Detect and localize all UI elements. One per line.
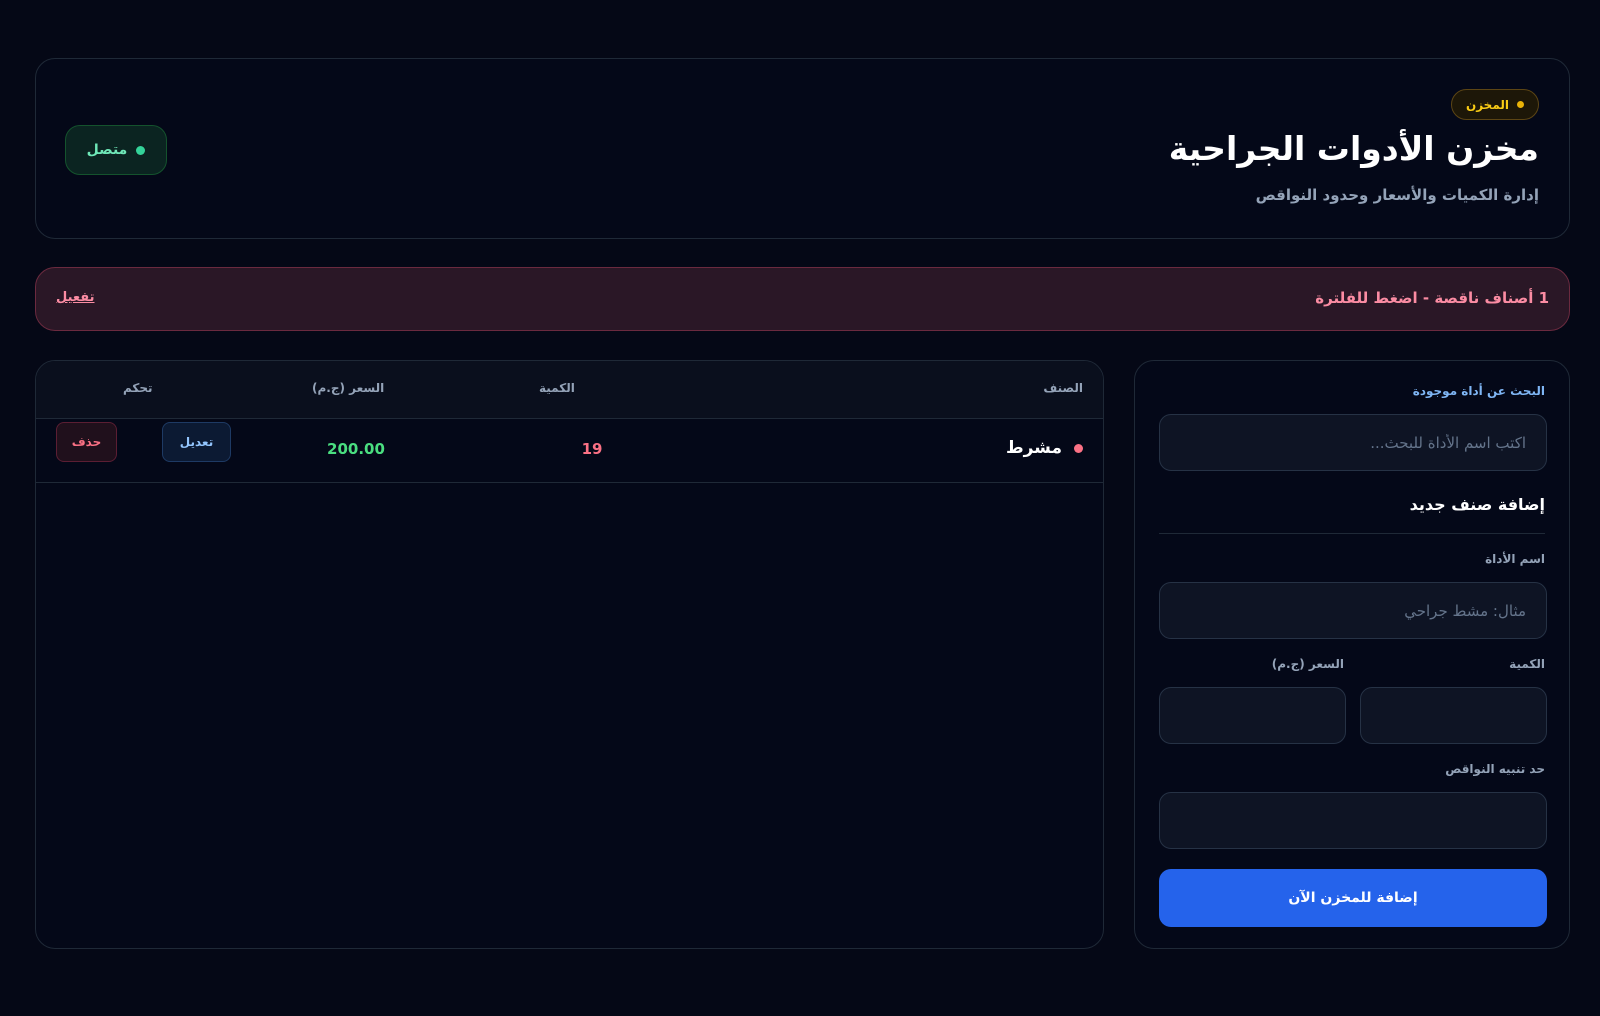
page-subtitle: إدارة الكميات والأسعار وحدود النواقص — [1255, 186, 1539, 204]
item-name: مشرط — [1005, 438, 1062, 458]
low-stock-alert[interactable]: 1 أصناف ناقصة - اضغط للفلترة تفعيل — [35, 267, 1570, 331]
tool-name-label: اسم الأداة — [1485, 552, 1545, 566]
edit-button[interactable]: تعديل — [162, 422, 231, 462]
low-stock-dot-icon — [1074, 443, 1083, 453]
search-label: البحث عن أداة موجودة — [1412, 384, 1545, 398]
header-card: المخزن مخزن الأدوات الجراحية إدارة الكمي… — [35, 58, 1570, 239]
column-header-price: السعر (ج.م) — [312, 381, 385, 395]
column-header-actions: تحكم — [123, 381, 153, 395]
status-dot-icon — [136, 145, 146, 155]
connection-status-label: متصل — [86, 142, 128, 158]
connection-status-badge: متصل — [65, 125, 167, 175]
page-title: مخزن الأدوات الجراحية — [1168, 129, 1539, 168]
badge-dot-icon — [1517, 101, 1524, 108]
section-divider — [1159, 533, 1545, 534]
column-header-item: الصنف — [1043, 381, 1083, 395]
add-to-inventory-button[interactable]: إضافة للمخزن الآن — [1159, 869, 1547, 927]
tool-name-field[interactable] — [1159, 582, 1547, 639]
search-input[interactable] — [1159, 414, 1547, 471]
item-name-cell: مشرط — [1006, 438, 1083, 458]
inventory-table: الصنف الكمية السعر (ج.م) تحكم مشرط 19 20… — [35, 360, 1104, 949]
table-header: الصنف الكمية السعر (ج.م) تحكم — [36, 361, 1103, 419]
low-stock-alert-message[interactable]: 1 أصناف ناقصة - اضغط للفلترة — [1315, 289, 1549, 307]
section-badge-label: المخزن — [1465, 97, 1509, 112]
price-field[interactable] — [1159, 687, 1346, 744]
add-item-panel: البحث عن أداة موجودة إضافة صنف جديد اسم … — [1134, 360, 1570, 949]
item-quantity: 19 — [581, 440, 603, 458]
threshold-field[interactable] — [1159, 792, 1547, 849]
add-item-heading: إضافة صنف جديد — [1409, 495, 1545, 514]
delete-button[interactable]: حذف — [56, 422, 117, 462]
activate-filter-link[interactable]: تفعيل — [56, 290, 95, 305]
column-header-quantity: الكمية — [539, 381, 575, 395]
table-row: مشرط 19 200.00 تعديل حذف — [36, 419, 1103, 483]
threshold-label: حد تنبيه النواقص — [1445, 762, 1545, 776]
item-price: 200.00 — [327, 440, 385, 458]
quantity-field[interactable] — [1360, 687, 1547, 744]
quantity-label: الكمية — [1509, 657, 1545, 671]
section-badge: المخزن — [1450, 89, 1539, 120]
price-label: السعر (ج.م) — [1271, 657, 1344, 671]
